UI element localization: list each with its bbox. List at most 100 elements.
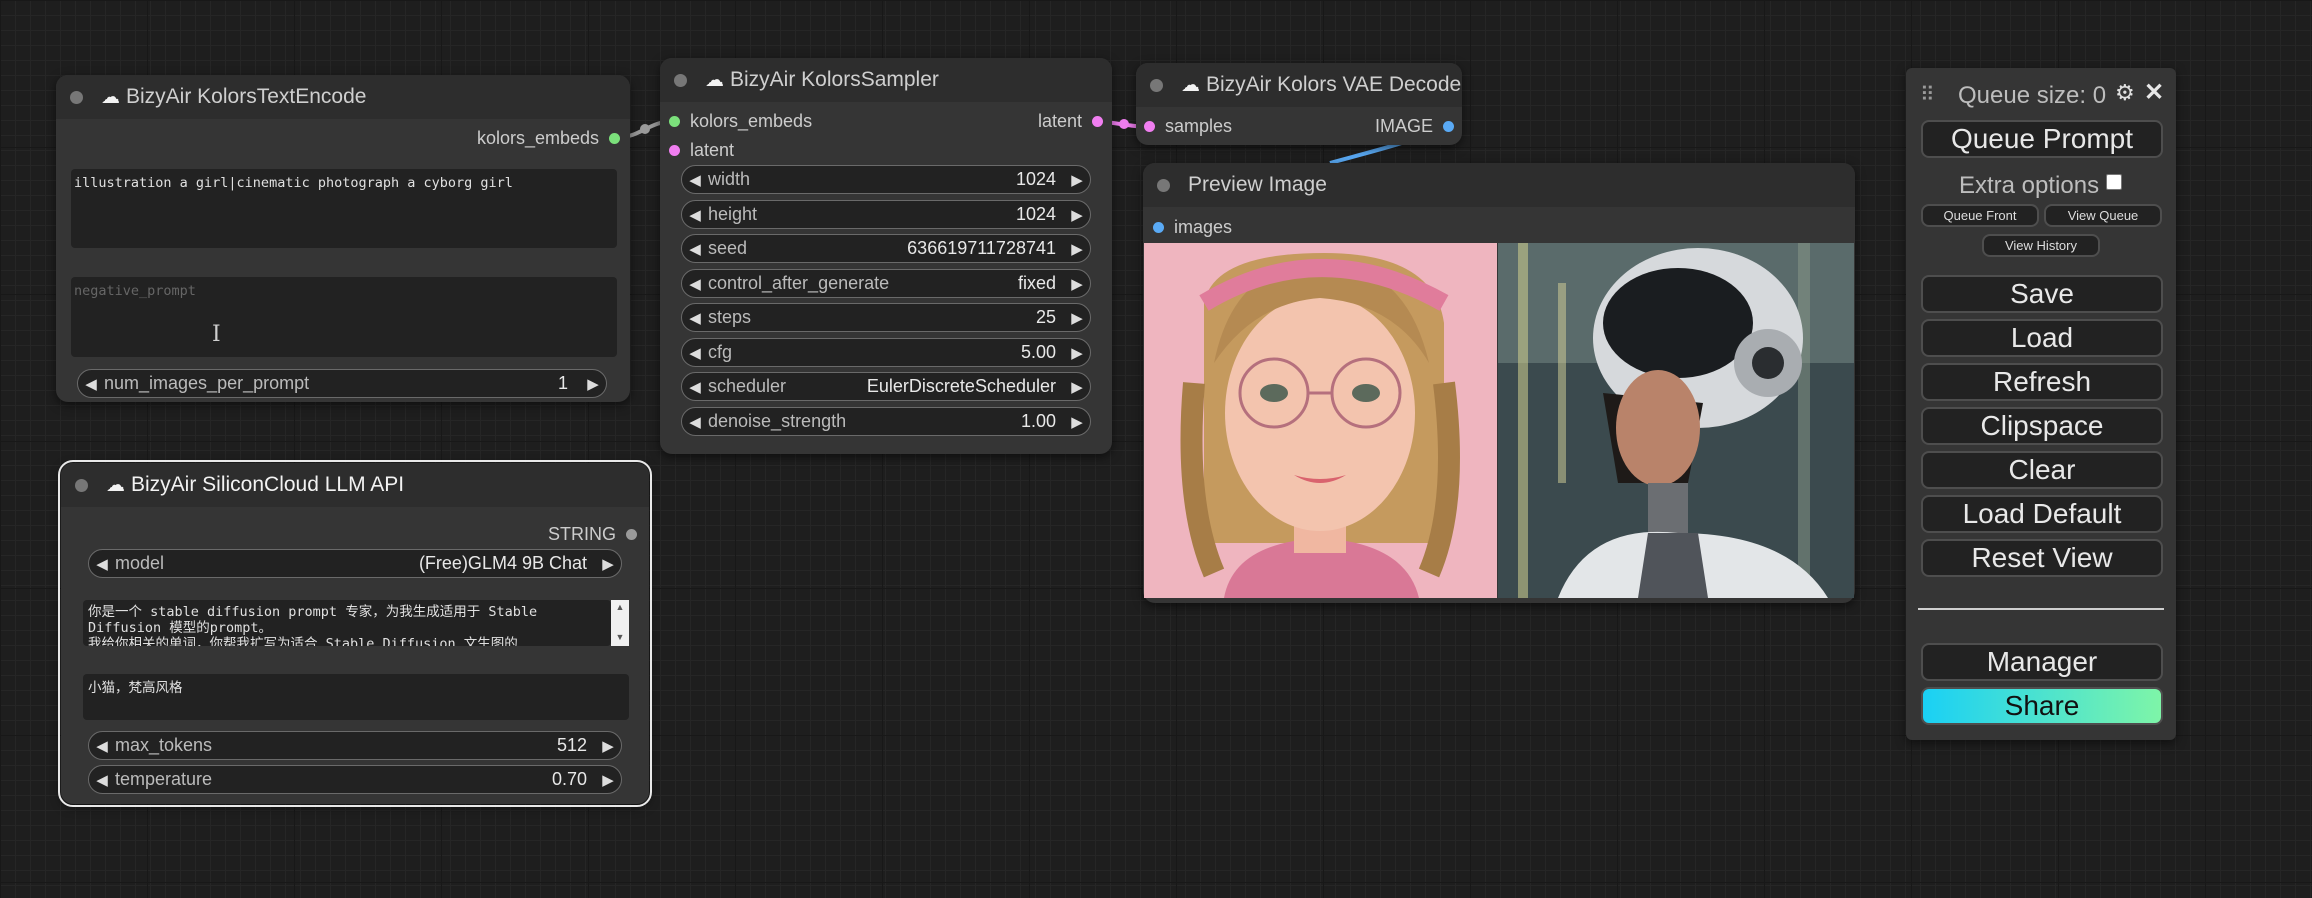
collapse-dot[interactable] bbox=[75, 478, 88, 492]
clear-button[interactable]: Clear bbox=[1921, 451, 2163, 489]
input-slot-latent[interactable]: latent bbox=[669, 137, 734, 163]
widget-scheduler[interactable]: ◀ scheduler EulerDiscreteScheduler ▶ bbox=[681, 372, 1091, 401]
node-title: BizyAir KolorsSampler bbox=[730, 68, 939, 91]
widget-seed[interactable]: ◀ seed 636619711728741 ▶ bbox=[681, 234, 1091, 263]
widget-control-after-generate[interactable]: ◀ control_after_generate fixed ▶ bbox=[681, 269, 1091, 298]
left-arrow-icon[interactable]: ◀ bbox=[682, 344, 708, 362]
left-arrow-icon[interactable]: ◀ bbox=[89, 737, 115, 755]
manager-button[interactable]: Manager bbox=[1921, 643, 2163, 681]
right-arrow-icon[interactable]: ▶ bbox=[1064, 344, 1090, 362]
output-slot-kolors-embeds[interactable]: kolors_embeds bbox=[477, 125, 620, 151]
node-preview-image[interactable]: Preview Image images bbox=[1143, 163, 1855, 603]
left-arrow-icon[interactable]: ◀ bbox=[682, 275, 708, 293]
reset-view-button[interactable]: Reset View bbox=[1921, 539, 2163, 577]
right-arrow-icon[interactable]: ▶ bbox=[1064, 413, 1090, 431]
left-arrow-icon[interactable]: ◀ bbox=[682, 240, 708, 258]
preview-image-girl[interactable] bbox=[1144, 243, 1497, 598]
left-arrow-icon[interactable]: ◀ bbox=[682, 413, 708, 431]
widget-cfg[interactable]: ◀ cfg 5.00 ▶ bbox=[681, 338, 1091, 367]
node-title-bar[interactable]: Preview Image bbox=[1143, 163, 1855, 207]
output-slot-string[interactable]: STRING bbox=[548, 521, 637, 547]
textarea-scrollbar[interactable]: ▲ ▼ bbox=[611, 600, 629, 646]
collapse-dot[interactable] bbox=[674, 73, 687, 87]
drag-handle-icon[interactable]: ⠿ bbox=[1920, 82, 1935, 107]
left-arrow-icon[interactable]: ◀ bbox=[682, 206, 708, 224]
right-arrow-icon[interactable]: ▶ bbox=[595, 771, 621, 789]
left-arrow-icon[interactable]: ◀ bbox=[682, 309, 708, 327]
collapse-dot[interactable] bbox=[1150, 78, 1163, 92]
collapse-dot[interactable] bbox=[70, 90, 83, 104]
output-slot-latent[interactable]: latent bbox=[1038, 108, 1103, 134]
input-slot-samples[interactable]: samples bbox=[1144, 113, 1232, 139]
system-prompt-textarea[interactable]: 你是一个 stable diffusion prompt 专家，为我生成适用于 … bbox=[83, 600, 611, 646]
widget-max-tokens[interactable]: ◀ max_tokens 512 ▶ bbox=[88, 731, 622, 760]
left-arrow-icon[interactable]: ◀ bbox=[682, 171, 708, 189]
share-button[interactable]: Share bbox=[1921, 687, 2163, 725]
widget-steps[interactable]: ◀ steps 25 ▶ bbox=[681, 303, 1091, 332]
left-arrow-icon[interactable]: ◀ bbox=[682, 378, 708, 396]
extra-options-checkbox[interactable] bbox=[2106, 174, 2122, 190]
output-slot-image[interactable]: IMAGE bbox=[1375, 113, 1454, 139]
right-arrow-icon[interactable]: ▶ bbox=[1064, 171, 1090, 189]
load-button[interactable]: Load bbox=[1921, 319, 2163, 357]
node-title-bar[interactable]: ☁ BizyAir SiliconCloud LLM API bbox=[61, 463, 649, 507]
left-arrow-icon[interactable]: ◀ bbox=[78, 375, 104, 393]
node-title: Preview Image bbox=[1188, 173, 1327, 196]
queue-menu-panel[interactable]: ⠿ Queue size: 0 ⚙ ✕ Queue Prompt Extra o… bbox=[1906, 68, 2176, 740]
user-prompt-textarea[interactable]: 小猫，梵高风格 bbox=[83, 674, 629, 720]
node-title-bar[interactable]: ☁ BizyAir KolorsSampler bbox=[660, 58, 1112, 102]
cloud-icon: ☁ bbox=[106, 474, 125, 496]
text-cursor-icon: I bbox=[212, 322, 221, 347]
clipspace-button[interactable]: Clipspace bbox=[1921, 407, 2163, 445]
widget-num-images-per-prompt[interactable]: ◀ num_images_per_prompt 1 ▶ bbox=[77, 369, 607, 398]
node-title: BizyAir SiliconCloud LLM API bbox=[131, 473, 405, 496]
node-kolors-sampler[interactable]: ☁ BizyAir KolorsSampler kolors_embeds la… bbox=[660, 58, 1112, 454]
load-default-button[interactable]: Load Default bbox=[1921, 495, 2163, 533]
gear-icon[interactable]: ⚙ bbox=[2115, 80, 2135, 106]
prompt-textarea[interactable]: illustration a girl|cinematic photograph… bbox=[71, 169, 617, 248]
right-arrow-icon[interactable]: ▶ bbox=[595, 737, 621, 755]
close-icon[interactable]: ✕ bbox=[2144, 78, 2164, 107]
right-arrow-icon[interactable]: ▶ bbox=[1064, 206, 1090, 224]
cloud-icon: ☁ bbox=[705, 69, 724, 91]
node-siliconcloud-llm-api[interactable]: ☁ BizyAir SiliconCloud LLM API STRING ◀ … bbox=[58, 460, 652, 807]
left-arrow-icon[interactable]: ◀ bbox=[89, 555, 115, 573]
extra-options-label: Extra options bbox=[1959, 172, 2100, 199]
panel-divider bbox=[1918, 608, 2164, 610]
node-kolors-text-encode[interactable]: ☁ BizyAir KolorsTextEncode kolors_embeds… bbox=[56, 75, 630, 402]
widget-denoise-strength[interactable]: ◀ denoise_strength 1.00 ▶ bbox=[681, 407, 1091, 436]
right-arrow-icon[interactable]: ▶ bbox=[1064, 240, 1090, 258]
scroll-up-icon[interactable]: ▲ bbox=[611, 600, 629, 614]
scroll-down-icon[interactable]: ▼ bbox=[611, 630, 629, 644]
input-slot-images[interactable]: images bbox=[1153, 214, 1232, 240]
node-title: BizyAir Kolors VAE Decode bbox=[1206, 73, 1462, 96]
output-dot[interactable] bbox=[609, 132, 620, 144]
view-history-button[interactable]: View History bbox=[1982, 234, 2100, 257]
queue-prompt-button[interactable]: Queue Prompt bbox=[1921, 120, 2163, 158]
preview-image-cyborg[interactable] bbox=[1498, 243, 1854, 598]
cloud-icon: ☁ bbox=[1181, 74, 1200, 96]
widget-model[interactable]: ◀ model (Free)GLM4 9B Chat ▶ bbox=[88, 549, 622, 578]
negative-prompt-textarea[interactable]: negative_prompt bbox=[71, 277, 617, 357]
right-arrow-icon[interactable]: ▶ bbox=[580, 375, 606, 393]
node-kolors-vae-decode[interactable]: ☁ BizyAir Kolors VAE Decode samples IMAG… bbox=[1136, 63, 1462, 145]
node-title-bar[interactable]: ☁ BizyAir Kolors VAE Decode bbox=[1136, 63, 1462, 107]
collapse-dot[interactable] bbox=[1157, 178, 1170, 192]
right-arrow-icon[interactable]: ▶ bbox=[595, 555, 621, 573]
queue-front-button[interactable]: Queue Front bbox=[1921, 204, 2039, 227]
queue-size-label: Queue size: 0 bbox=[1958, 82, 2107, 109]
input-slot-kolors-embeds[interactable]: kolors_embeds bbox=[669, 108, 812, 134]
cloud-icon: ☁ bbox=[101, 86, 120, 108]
widget-height[interactable]: ◀ height 1024 ▶ bbox=[681, 200, 1091, 229]
widget-width[interactable]: ◀ width 1024 ▶ bbox=[681, 165, 1091, 194]
save-button[interactable]: Save bbox=[1921, 275, 2163, 313]
right-arrow-icon[interactable]: ▶ bbox=[1064, 378, 1090, 396]
right-arrow-icon[interactable]: ▶ bbox=[1064, 309, 1090, 327]
node-title-bar[interactable]: ☁ BizyAir KolorsTextEncode bbox=[56, 75, 630, 119]
widget-temperature[interactable]: ◀ temperature 0.70 ▶ bbox=[88, 765, 622, 794]
node-title: BizyAir KolorsTextEncode bbox=[126, 85, 367, 108]
view-queue-button[interactable]: View Queue bbox=[2044, 204, 2162, 227]
left-arrow-icon[interactable]: ◀ bbox=[89, 771, 115, 789]
refresh-button[interactable]: Refresh bbox=[1921, 363, 2163, 401]
right-arrow-icon[interactable]: ▶ bbox=[1064, 275, 1090, 293]
